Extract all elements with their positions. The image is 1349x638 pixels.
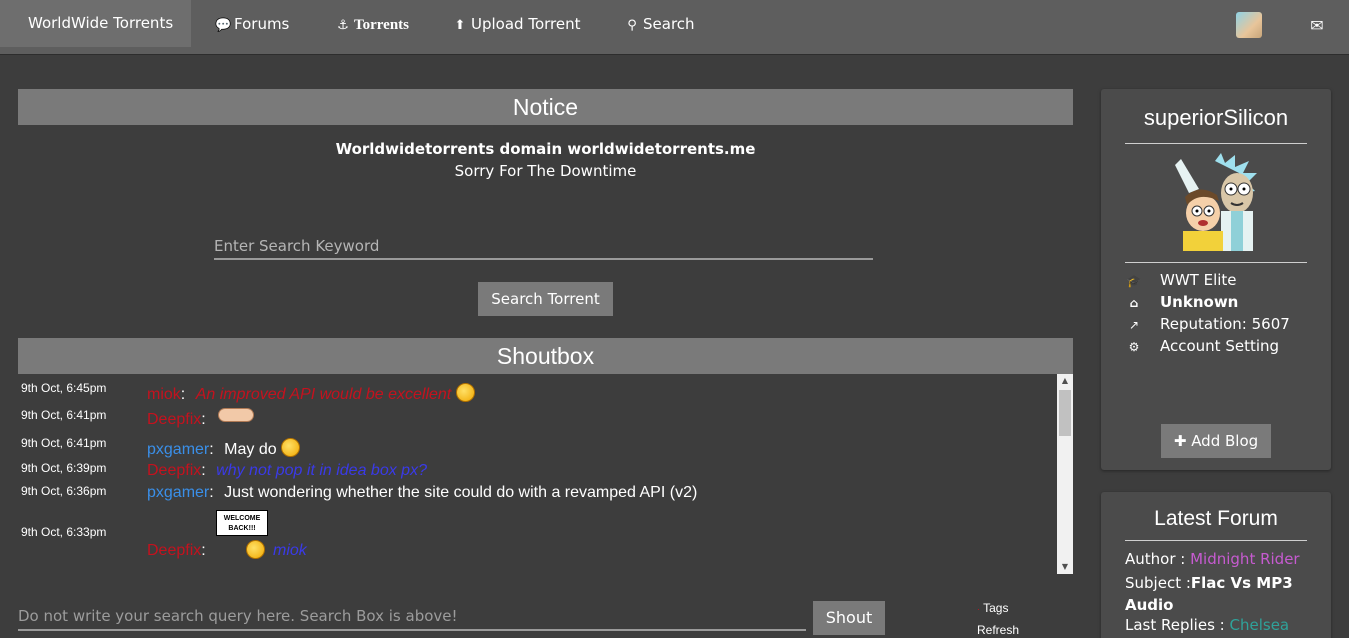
- nav-upload-torrent[interactable]: ⬆ Upload Torrent: [452, 0, 581, 49]
- shout-time: 9th Oct, 6:45pm: [21, 381, 107, 395]
- smiley-icon: [281, 438, 301, 457]
- shout-time: 9th Oct, 6:41pm: [21, 436, 107, 450]
- user-avatar-icon: [1236, 12, 1262, 38]
- shout-row: 9th Oct, 6:39pm Deepfix: why not pop it …: [18, 461, 1054, 485]
- shout-time: 9th Oct, 6:39pm: [21, 461, 107, 475]
- tags-label: Tags: [983, 601, 1009, 615]
- thumbs-up-icon: [217, 408, 254, 422]
- shout-message: pxgamer: May do: [147, 438, 301, 459]
- plus-icon: ✚: [1173, 432, 1187, 450]
- account-setting-label: Account Setting: [1160, 337, 1280, 355]
- search-input[interactable]: [214, 234, 873, 260]
- add-blog-button[interactable]: ✚ Add Blog: [1161, 424, 1271, 458]
- smiley-icon: [246, 540, 265, 559]
- divider: [1125, 540, 1307, 541]
- shout-username[interactable]: pxgamer: [147, 484, 209, 501]
- anchor-icon: ⚓: [337, 18, 349, 33]
- forum-subject-line: Subject :Flac Vs MP3 Audio: [1125, 572, 1307, 616]
- forum-replies-line: Last Replies : Chelsea: [1125, 616, 1289, 634]
- shoutbox-header: Shoutbox: [18, 338, 1073, 374]
- shout-text: An improved API would be excellent: [195, 386, 452, 403]
- shoutbox-messages[interactable]: 9th Oct, 6:45pm miok: An improved API wo…: [18, 374, 1073, 574]
- messages-button[interactable]: ✉: [1303, 12, 1331, 40]
- shout-time: 9th Oct, 6:36pm: [21, 484, 107, 498]
- brand-link[interactable]: WorldWide Torrents: [0, 0, 191, 47]
- latest-forum-card: Latest Forum Author : Midnight Rider Sub…: [1101, 492, 1331, 638]
- profile-username[interactable]: superiorSilicon: [1125, 105, 1307, 131]
- forum-last-reply[interactable]: Chelsea: [1230, 616, 1290, 634]
- profile-rank-row: 🎓 WWT Elite: [1125, 271, 1237, 293]
- shout-message: pxgamer: Just wondering whether the site…: [147, 484, 698, 501]
- shout-text: May do: [224, 441, 277, 458]
- profile-card: superiorSilicon 🎓 WWT Elite ⌂ Unknown ↗ Rep…: [1101, 89, 1331, 470]
- nav-forums[interactable]: 💬 Forums: [215, 0, 289, 49]
- profile-rank: WWT Elite: [1160, 271, 1237, 289]
- scroll-down-icon[interactable]: ▼: [1057, 560, 1073, 574]
- gear-icon: ⚙: [1128, 340, 1140, 354]
- profile-location-row: ⌂ Unknown: [1125, 293, 1239, 315]
- shout-username[interactable]: miok: [147, 386, 181, 403]
- upload-icon: ⬆: [454, 18, 466, 33]
- user-avatar-button[interactable]: [1236, 12, 1264, 40]
- shout-text: Just wondering whether the site could do…: [224, 484, 698, 501]
- nav-search[interactable]: ⚲ Search: [624, 0, 695, 49]
- shout-username[interactable]: Deepfix: [147, 411, 201, 428]
- nav-search-label: Search: [643, 15, 695, 33]
- shout-text: why not pop it in idea box px?: [216, 462, 427, 479]
- subject-label: Subject :: [1125, 574, 1191, 592]
- notice-downtime-text: Sorry For The Downtime: [454, 162, 637, 180]
- tags-link[interactable]: · Tags: [977, 601, 1008, 615]
- nav-torrents[interactable]: ⚓ Torrents: [335, 0, 409, 49]
- nav-upload-label: Upload Torrent: [471, 15, 581, 33]
- tags-bullet: ·: [977, 604, 980, 614]
- shout-message: Deepfix: why not pop it in idea box px?: [147, 462, 427, 479]
- smiley-icon: [455, 383, 475, 402]
- scroll-thumb[interactable]: [1059, 390, 1071, 436]
- shout-text: miok: [273, 542, 307, 559]
- top-navbar: WorldWide Torrents 💬 Forums ⚓ Torrents ⬆ Up…: [0, 0, 1349, 55]
- divider: [1125, 262, 1307, 263]
- forum-author-line: Author : Midnight Rider: [1125, 550, 1300, 568]
- search-icon: ⚲: [627, 18, 637, 33]
- shout-username[interactable]: Deepfix: [147, 462, 201, 479]
- profile-avatar: [1175, 153, 1257, 251]
- shout-row: 9th Oct, 6:41pm Deepfix:: [18, 408, 1054, 432]
- comments-icon: 💬: [215, 18, 232, 33]
- shout-time: 9th Oct, 6:41pm: [21, 408, 107, 422]
- author-label: Author :: [1125, 550, 1186, 568]
- profile-reputation: Reputation: 5607: [1160, 315, 1290, 333]
- shout-message: miok: An improved API would be excellent: [147, 383, 475, 404]
- shout-row: 9th Oct, 6:36pm pxgamer: Just wondering …: [18, 484, 1054, 508]
- latest-forum-title: Latest Forum: [1154, 507, 1278, 530]
- shout-time: 9th Oct, 6:33pm: [21, 525, 107, 539]
- welcome-back-sign-icon: WELCOME BACK!!!: [216, 510, 268, 536]
- envelope-icon: ✉: [1310, 16, 1324, 35]
- shout-row: 9th Oct, 6:45pm miok: An improved API wo…: [18, 381, 1054, 405]
- shout-message: Deepfix:: [147, 542, 206, 559]
- forum-author[interactable]: Midnight Rider: [1190, 550, 1300, 568]
- shout-button[interactable]: Shout: [813, 601, 885, 635]
- home-icon: ⌂: [1129, 296, 1139, 310]
- add-blog-label: Add Blog: [1191, 432, 1259, 450]
- profile-location: Unknown: [1160, 293, 1239, 311]
- shout-username[interactable]: pxgamer: [147, 441, 209, 458]
- scroll-up-icon[interactable]: ▲: [1057, 374, 1073, 388]
- divider: [1125, 143, 1307, 144]
- replies-label: Last Replies :: [1125, 616, 1225, 634]
- shout-username[interactable]: Deepfix: [147, 542, 201, 559]
- account-setting-link[interactable]: ⚙ Account Setting: [1125, 337, 1279, 359]
- shout-input[interactable]: [18, 602, 806, 631]
- graduation-cap-icon: 🎓: [1126, 274, 1142, 288]
- refresh-link[interactable]: Refresh: [977, 623, 1019, 637]
- nav-torrents-label: Torrents: [354, 17, 410, 33]
- nav-forums-label: Forums: [234, 15, 290, 33]
- search-torrent-button[interactable]: Search Torrent: [478, 282, 613, 316]
- shout-row: 9th Oct, 6:41pm pxgamer: May do: [18, 436, 1054, 460]
- shout-message: Deepfix:: [147, 408, 254, 429]
- notice-header: Notice: [18, 89, 1073, 125]
- line-chart-icon: ↗: [1128, 318, 1140, 332]
- shoutbox-scrollbar[interactable]: ▲ ▼: [1057, 374, 1073, 574]
- notice-domain-text: Worldwidetorrents domain worldwidetorren…: [335, 140, 756, 158]
- profile-reputation-row: ↗ Reputation: 5607: [1125, 315, 1290, 337]
